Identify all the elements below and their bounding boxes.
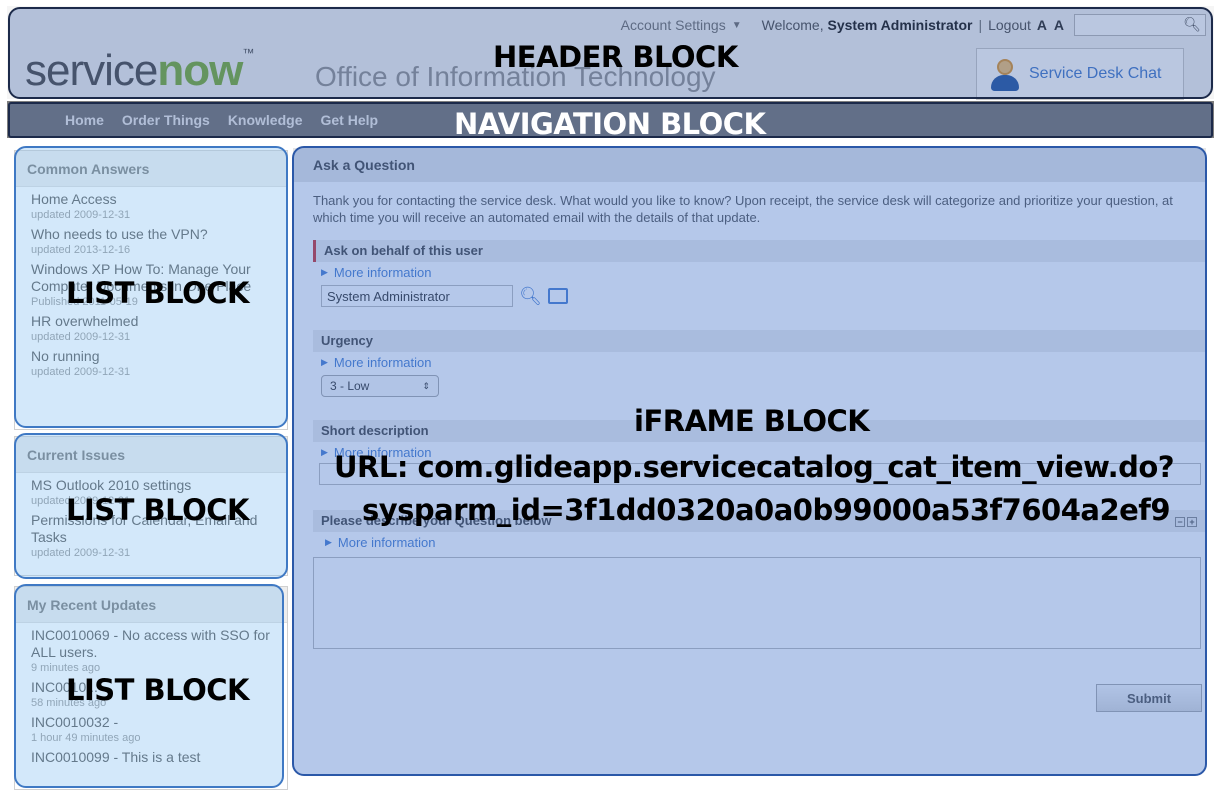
list-block-label: LIST BLOCK: [66, 276, 250, 310]
iframe-url-line1: URL: com.glideapp.servicecatalog_cat_ite…: [334, 450, 1175, 484]
header-block-label: HEADER BLOCK: [493, 40, 738, 74]
iframe-url-line2: sysparm_id=3f1dd0320a0a0b99000a53f7604a2…: [362, 493, 1171, 527]
iframe-block-label: iFRAME BLOCK: [634, 404, 870, 438]
navigation-block-label: NAVIGATION BLOCK: [454, 107, 766, 141]
list-block-label: LIST BLOCK: [66, 673, 250, 707]
list-block-label: LIST BLOCK: [66, 493, 250, 527]
